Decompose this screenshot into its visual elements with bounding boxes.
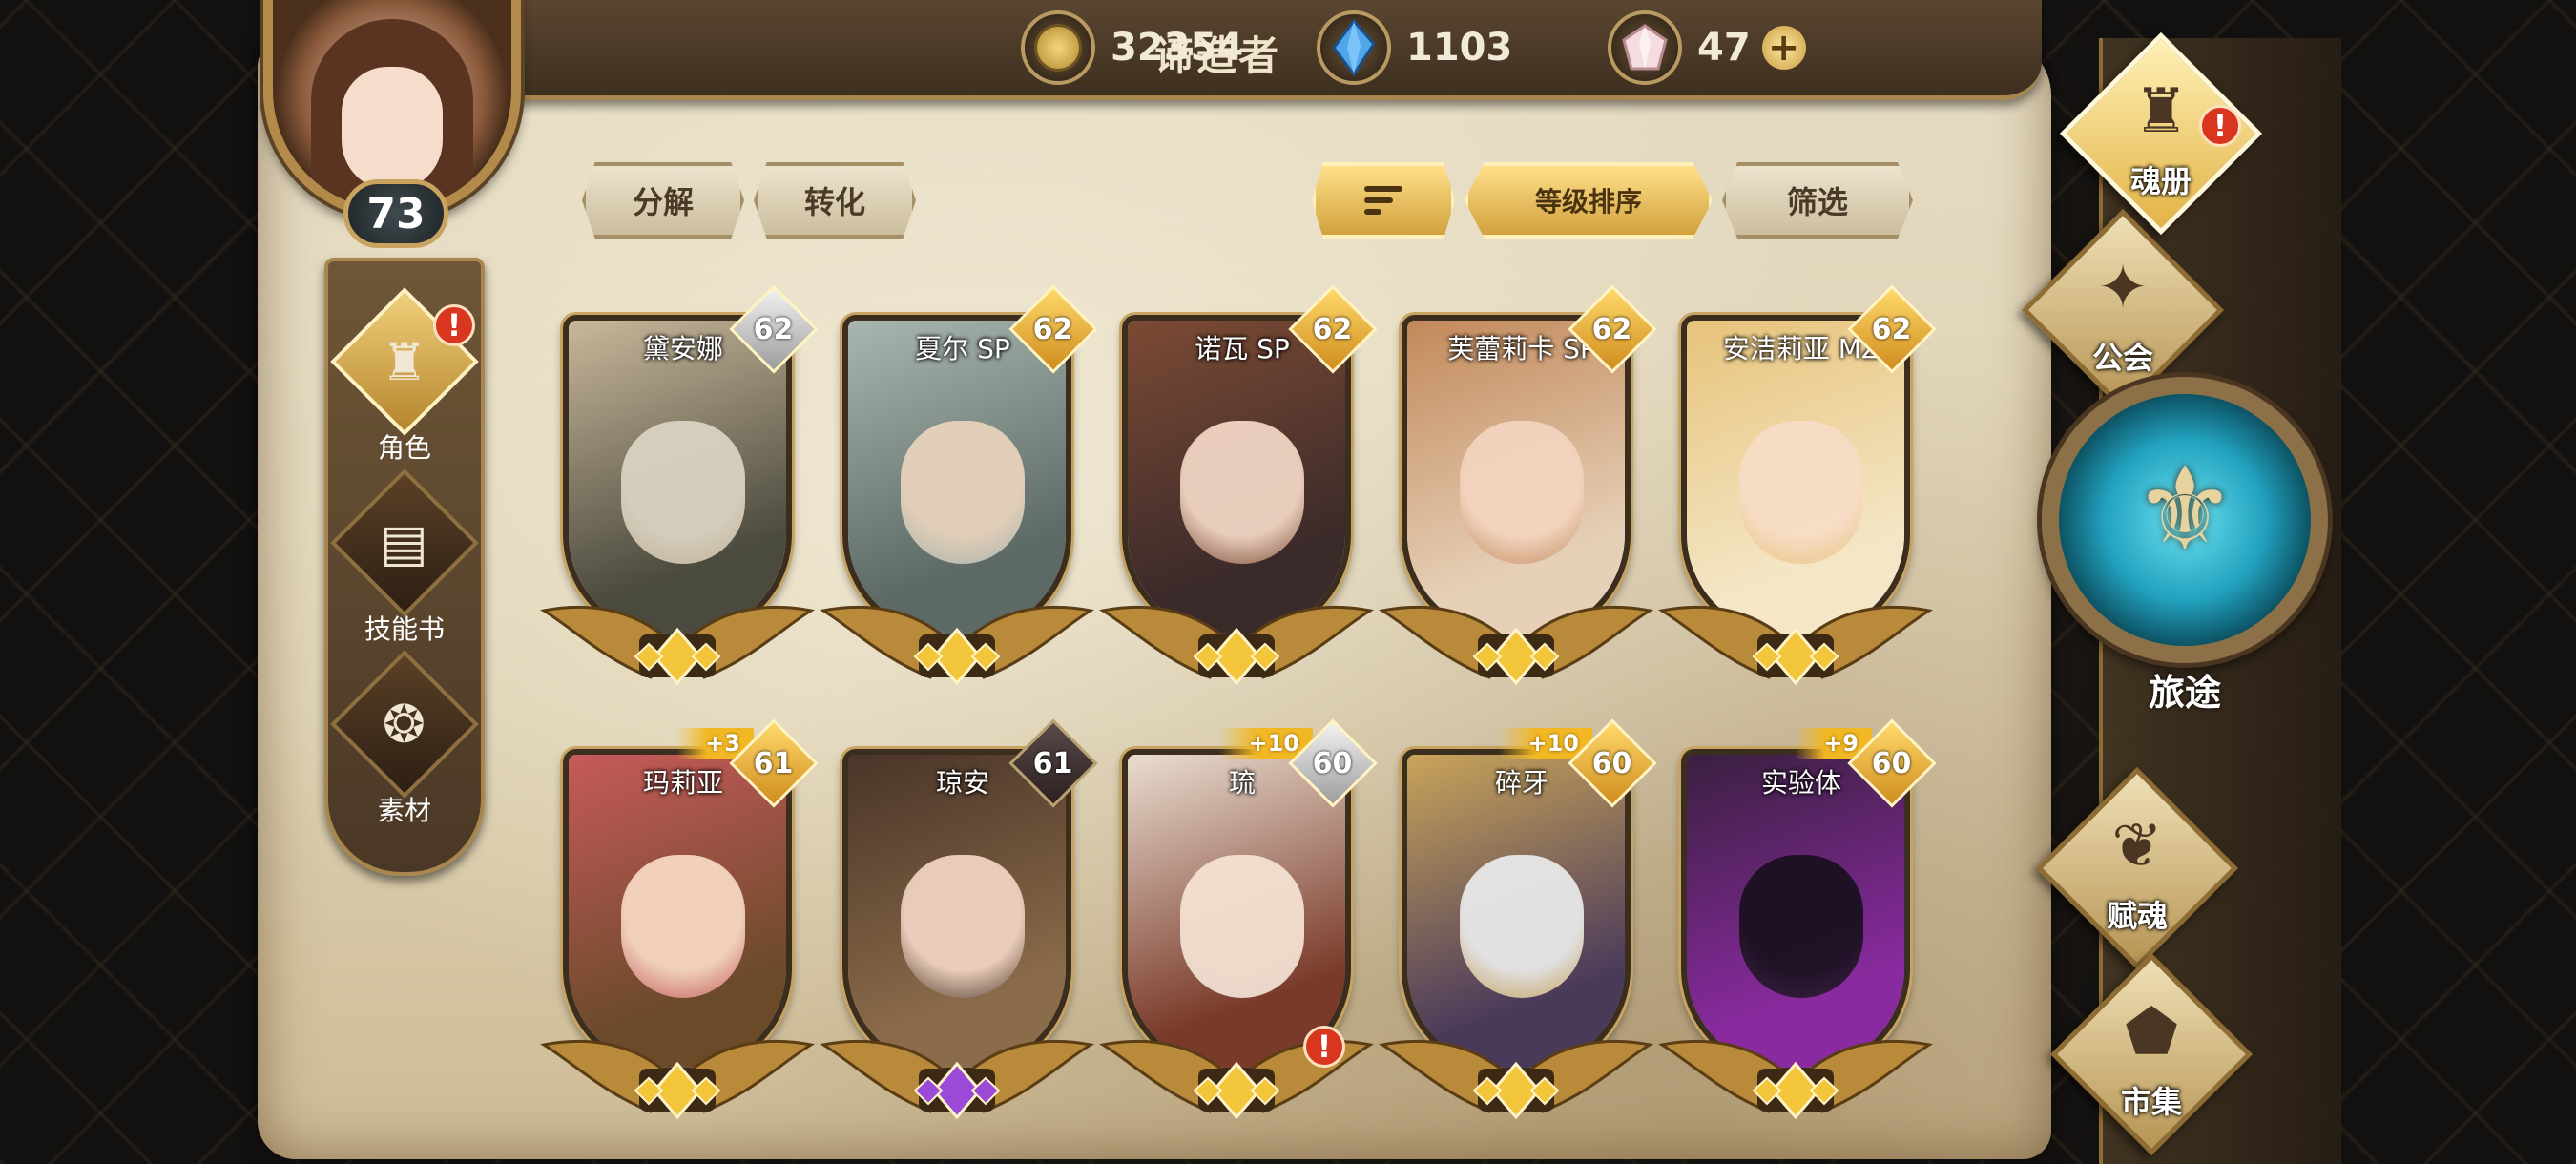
material-icon: ❂: [383, 694, 426, 755]
filter-button[interactable]: 筛选: [1722, 162, 1913, 239]
left-category-nav: ♜ 角色 ! ▤ 技能书 ❂ 素材: [324, 258, 485, 876]
hero-level: 60: [1592, 746, 1632, 780]
hero-card[interactable]: 诺瓦 SP 62: [1098, 284, 1378, 686]
sort-order-button[interactable]: [1312, 162, 1455, 239]
hero-portrait: 安洁莉亚 MZ: [1681, 315, 1910, 639]
rank-wings-icon: [1378, 1039, 1654, 1120]
gold-resource[interactable]: 32354: [1021, 10, 1243, 86]
hero-level: 61: [1033, 746, 1073, 780]
gem-resource[interactable]: 47 +: [1608, 10, 1806, 86]
hero-card[interactable]: 琉 +10 60!: [1098, 718, 1378, 1120]
hero-portrait: 玛莉亚: [563, 749, 792, 1073]
crystal-value: 1103: [1406, 26, 1513, 70]
hero-card[interactable]: 安洁莉亚 MZ 62: [1657, 284, 1937, 686]
hero-level: 62: [1872, 312, 1912, 346]
nav-soul-book[interactable]: ♜ 魂册 !: [2059, 31, 2263, 236]
rank-wings-icon: [1657, 605, 1934, 686]
rank-wings-icon: [1378, 605, 1654, 686]
guild-icon: ✦: [2097, 253, 2149, 323]
nav-label: 赋魂: [2106, 898, 2168, 934]
hero-level: 62: [1592, 312, 1632, 346]
hero-portrait: 夏尔 SP: [842, 315, 1071, 639]
player-avatar[interactable]: 73: [256, 0, 542, 267]
hero-portrait: 碎牙: [1402, 749, 1631, 1073]
nav-label: 市集: [2120, 1084, 2182, 1120]
hero-portrait: 黛安娜: [563, 315, 792, 639]
add-gem-button[interactable]: +: [1761, 26, 1806, 70]
player-level-badge: 73: [343, 179, 448, 248]
top-resource-bar: 谛造者 32354 1103 47 +: [439, 0, 2042, 100]
rank-wings-icon: [539, 1039, 816, 1120]
sort-lines-icon: [1364, 186, 1402, 215]
soul-infuse-icon: ❦: [2111, 811, 2163, 882]
gem-value: 47: [1697, 26, 1751, 70]
rank-wings-icon: [819, 1039, 1095, 1120]
alert-icon: !: [1303, 1026, 1345, 1068]
pink-gem-icon: [1608, 10, 1682, 85]
gold-coin-icon: [1021, 10, 1095, 85]
gold-value: 32354: [1111, 26, 1244, 70]
crystal-resource[interactable]: 1103: [1317, 10, 1512, 86]
alert-icon: !: [433, 304, 475, 346]
hero-card[interactable]: 碎牙 +10 60: [1378, 718, 1657, 1120]
hero-card[interactable]: 芙蕾莉卡 SP 62: [1378, 284, 1657, 686]
rank-wings-icon: [1098, 605, 1375, 686]
convert-button[interactable]: 转化: [754, 162, 916, 239]
alert-icon: !: [2199, 105, 2241, 147]
rank-wings-icon: [539, 605, 816, 686]
hero-card[interactable]: 玛莉亚 +3 61: [539, 718, 819, 1120]
nav-item-material[interactable]: ❂ 素材: [328, 650, 481, 834]
journey-label: 旅途: [2148, 672, 2221, 714]
hero-card[interactable]: 夏尔 SP 62: [819, 284, 1098, 686]
market-icon: ⬟: [2125, 997, 2178, 1068]
hero-level: 62: [1313, 312, 1353, 346]
hero-level: 60: [1313, 746, 1353, 780]
sort-by-level-button[interactable]: 等级排序: [1465, 162, 1713, 239]
rank-wings-icon: [1657, 1039, 1934, 1120]
hero-portrait: 实验体: [1681, 749, 1910, 1073]
nav-item-skill-book[interactable]: ▤ 技能书: [328, 468, 481, 653]
character-icon: ♜: [381, 331, 428, 392]
hero-portrait: 芙蕾莉卡 SP: [1402, 315, 1631, 639]
nav-item-character[interactable]: ♜ 角色 !: [328, 287, 481, 471]
hero-level: 62: [1033, 312, 1073, 346]
nav-market[interactable]: ⬟ 市集: [2049, 952, 2254, 1156]
hero-portrait: 琼安: [842, 749, 1071, 1073]
decompose-button[interactable]: 分解: [582, 162, 744, 239]
hero-card[interactable]: 实验体 +9 60: [1657, 718, 1937, 1120]
nav-label: 公会: [2091, 340, 2153, 376]
hero-portrait: 琉: [1122, 749, 1351, 1073]
journey-emblem-icon: ⚜: [2133, 444, 2236, 576]
nav-soul-infuse[interactable]: ❦ 赋魂: [2035, 766, 2239, 970]
hero-card[interactable]: 琼安 61: [819, 718, 1098, 1120]
blue-crystal-icon: [1317, 10, 1391, 85]
hero-level: 62: [754, 312, 794, 346]
rank-wings-icon: [819, 605, 1095, 686]
hero-level: 60: [1872, 746, 1912, 780]
hero-card[interactable]: 黛安娜 62: [539, 284, 819, 686]
journey-button[interactable]: ⚜ 旅途: [2042, 377, 2328, 749]
skill-book-icon: ▤: [380, 512, 429, 573]
nav-label: 魂册: [2129, 163, 2192, 199]
hero-level: 61: [754, 746, 794, 780]
hero-portrait: 诺瓦 SP: [1122, 315, 1351, 639]
